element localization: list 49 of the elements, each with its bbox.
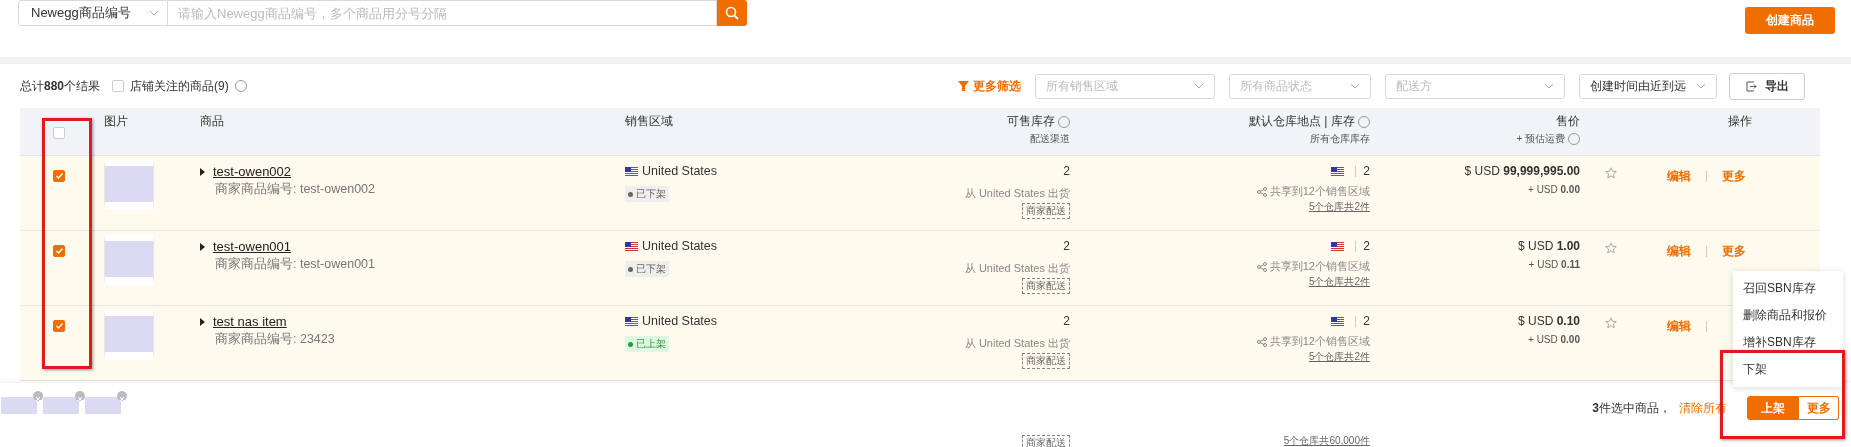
column-header: 可售库存 bbox=[1006, 114, 1055, 128]
stock-count: 2 bbox=[1062, 164, 1070, 178]
dropdown-value: 创建时间由近到远 bbox=[1590, 77, 1686, 95]
column-header: 销售区域 bbox=[625, 114, 673, 128]
column-subheader: 配送渠道 bbox=[1030, 133, 1070, 144]
column-subheader: 所有仓库库存 bbox=[1310, 133, 1370, 144]
checkbox-label: 店铺关注的商品(9) bbox=[130, 77, 229, 95]
dropdown-placeholder: 配送方 bbox=[1396, 77, 1432, 95]
shared-regions-text: 共享到12个销售区域 bbox=[1269, 335, 1370, 347]
column-subheader: + 预估运费 bbox=[1516, 133, 1566, 144]
price: $ USD 99,999,995.00 bbox=[1463, 164, 1580, 178]
selected-count: 3件选中商品， bbox=[1592, 399, 1671, 417]
column-header: 商品 bbox=[200, 114, 224, 128]
delivery-channel-tag: 商家配送 bbox=[1022, 203, 1070, 219]
warehouse-stock: 2 bbox=[1363, 239, 1370, 253]
status-tag: 已上架 bbox=[625, 336, 669, 352]
warehouse-stock: 2 bbox=[1363, 314, 1370, 328]
select-value: Newegg商品编号 bbox=[31, 4, 131, 22]
ship-from-text: 从 United States 出货 bbox=[964, 337, 1070, 349]
merchant-sku: 商家商品编号: test-owen001 bbox=[215, 256, 376, 273]
column-header: 操作 bbox=[1728, 114, 1752, 128]
status-tag: 已下架 bbox=[625, 261, 669, 277]
price: $ USD 0.10 bbox=[1516, 314, 1580, 328]
sales-region: United States bbox=[642, 239, 718, 253]
shipping-fee: + USD 0.00 bbox=[1527, 334, 1580, 345]
dropdown-placeholder: 所有商品状态 bbox=[1240, 77, 1312, 95]
ship-from-text: 从 United States 出货 bbox=[964, 187, 1070, 199]
shared-regions-text: 共享到12个销售区域 bbox=[1269, 185, 1370, 197]
sales-region: United States bbox=[642, 314, 718, 328]
result-count: 总计880个结果 bbox=[20, 77, 101, 95]
shared-regions-text: 共享到12个销售区域 bbox=[1269, 260, 1370, 272]
merchant-sku: 商家商品编号: test-owen002 bbox=[215, 181, 376, 198]
column-header: 默认仓库地点 | 库存 bbox=[1248, 114, 1355, 128]
ship-from-text: 从 United States 出货 bbox=[964, 262, 1070, 274]
delivery-channel-tag: 商家配送 bbox=[1022, 353, 1070, 369]
delivery-channel-tag: 商家配送 bbox=[1022, 278, 1070, 294]
column-header: 售价 bbox=[1556, 114, 1580, 128]
status-tag: 已下架 bbox=[625, 186, 669, 202]
column-header: 图片 bbox=[104, 114, 128, 128]
shipping-fee: + USD 0.00 bbox=[1527, 184, 1580, 195]
shipping-fee: + USD 0.11 bbox=[1527, 259, 1580, 270]
stock-count: 2 bbox=[1062, 314, 1070, 328]
sales-region: United States bbox=[642, 164, 718, 178]
stock-count: 2 bbox=[1062, 239, 1070, 253]
dropdown-placeholder: 所有销售区域 bbox=[1046, 77, 1118, 95]
warehouse-stock: 2 bbox=[1363, 164, 1370, 178]
price: $ USD 1.00 bbox=[1516, 239, 1580, 253]
merchant-sku: 商家商品编号: 23423 bbox=[215, 331, 336, 348]
delivery-channel-tag: 商家配送 bbox=[1022, 435, 1070, 447]
